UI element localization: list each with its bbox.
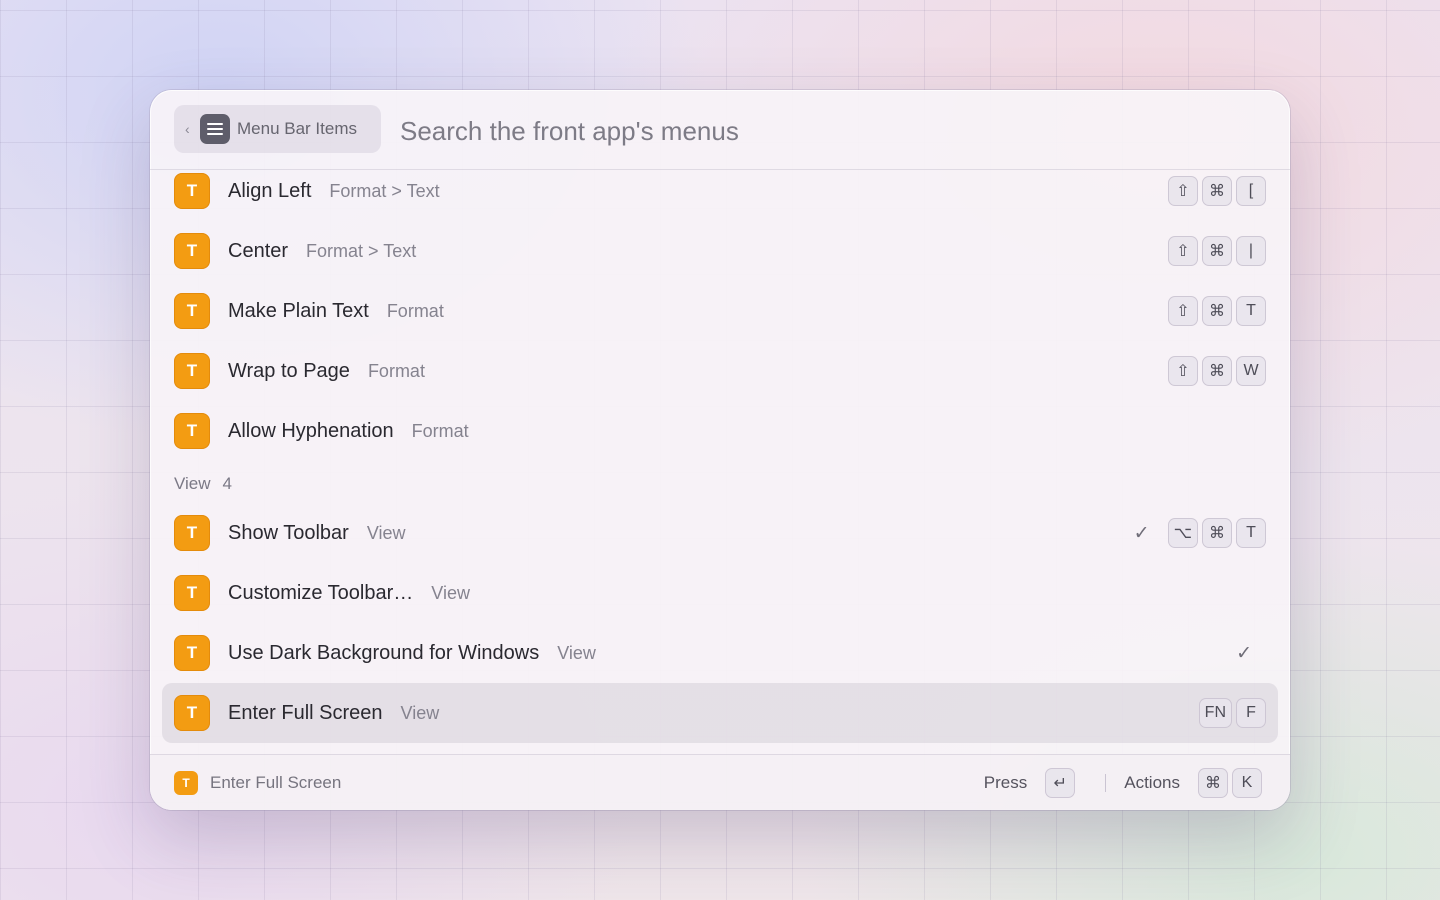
result-row-use-dark-background-for-windows[interactable]: T Use Dark Background for Windows View ✓	[162, 623, 1278, 683]
key-: |	[1236, 236, 1266, 266]
key-fn: FN	[1198, 698, 1232, 728]
result-row-enter-full-screen[interactable]: T Enter Full Screen View FN F	[162, 683, 1278, 743]
result-title: Enter Full Screen View	[228, 702, 439, 725]
shift-key-icon: ⇧	[1168, 356, 1198, 386]
result-title: Make Plain Text Format	[228, 300, 444, 323]
result-subtitle: View	[366, 522, 406, 543]
app-icon: T	[174, 695, 210, 731]
result-title: Wrap to Page Format	[228, 360, 425, 383]
command-key-icon: ⌘	[1202, 236, 1232, 266]
result-accessories: ⇧ ⌘ |	[1168, 236, 1266, 266]
command-window: ‹ Menu Bar Items View 4 T Align Left Format…	[150, 90, 1290, 810]
result-row-customize-toolbar[interactable]: T Customize Toolbar… View	[162, 563, 1278, 623]
footer-divider	[1105, 774, 1107, 792]
command-key-icon: ⌘	[1202, 518, 1232, 548]
result-row-align-left[interactable]: T Align Left Format > Text ⇧ ⌘[	[162, 161, 1278, 221]
command-key-icon: ⌘	[1202, 296, 1232, 326]
result-title: Allow Hyphenation Format	[228, 420, 469, 443]
result-subtitle: Format > Text	[306, 240, 417, 261]
result-subtitle: Format	[367, 360, 425, 381]
result-subtitle: Format	[411, 420, 469, 441]
app-icon: T	[174, 575, 210, 611]
press-button[interactable]: Press	[984, 773, 1027, 793]
back-button-label: Menu Bar Items	[237, 119, 357, 138]
actions-button[interactable]: Actions	[1124, 773, 1180, 793]
command-key-icon: ⌘	[1198, 768, 1228, 798]
app-icon: T	[174, 771, 198, 795]
result-subtitle: View	[400, 702, 440, 723]
checkmark-icon: ✓	[1236, 642, 1252, 664]
key-t: T	[1236, 296, 1266, 326]
result-title: Use Dark Background for Windows View	[228, 642, 596, 665]
result-row-show-toolbar[interactable]: T Show Toolbar View ✓ ⌥ ⌘ T	[162, 503, 1278, 563]
result-title: Customize Toolbar… View	[228, 582, 470, 605]
key-t: T	[1236, 518, 1266, 548]
app-icon: T	[174, 635, 210, 671]
option-key-icon: ⌥	[1167, 518, 1198, 548]
result-subtitle: View	[557, 642, 596, 663]
result-title: Center Format > Text	[228, 240, 416, 263]
result-subtitle: View	[431, 582, 470, 603]
return-key-icon: ↵	[1045, 768, 1076, 798]
chevron-left-icon: ‹	[185, 121, 190, 137]
app-icon: T	[174, 413, 210, 449]
command-key-icon: ⌘	[1202, 356, 1232, 386]
result-accessories: ⇧ ⌘[	[1168, 176, 1266, 206]
footer-selected-title: Enter Full Screen	[210, 773, 342, 792]
search-header: ‹ Menu Bar Items	[150, 90, 1290, 170]
result-row-center[interactable]: T Center Format > Text ⇧ ⌘ |	[162, 221, 1278, 281]
app-icon: T	[174, 173, 210, 209]
result-title-text: Wrap to Page	[228, 359, 350, 382]
result-title-text: Make Plain Text	[228, 299, 369, 322]
result-title-text: Align Left	[228, 179, 312, 202]
result-title-text: Customize Toolbar…	[228, 581, 414, 604]
result-subtitle: Format	[386, 300, 444, 321]
shift-key-icon: ⇧	[1168, 176, 1198, 206]
result-title-text: Use Dark Background for Windows	[228, 641, 540, 664]
app-icon: T	[174, 293, 210, 329]
k-key: K	[1232, 768, 1262, 798]
command-key-icon: ⌘	[1202, 176, 1232, 206]
result-title-text: Show Toolbar	[228, 521, 349, 544]
key-w: W	[1236, 356, 1266, 386]
section-count: 4	[222, 474, 233, 493]
result-row-make-plain-text[interactable]: T Make Plain Text Format ⇧ ⌘ T	[162, 281, 1278, 341]
back-button[interactable]: ‹ Menu Bar Items	[174, 105, 381, 153]
result-subtitle: Format > Text	[329, 180, 440, 201]
result-accessories: FN F	[1198, 698, 1266, 728]
shift-key-icon: ⇧	[1168, 296, 1198, 326]
result-accessories: ✓	[1236, 642, 1266, 665]
checkmark-icon: ✓	[1133, 522, 1150, 544]
action-bar: T Enter Full Screen Press ↵ Actions ⌘ K	[150, 754, 1290, 810]
menu-bar-icon	[200, 114, 230, 144]
search-input[interactable]	[398, 108, 1102, 154]
result-accessories: ✓ ⌥ ⌘ T	[1134, 518, 1266, 548]
result-row-wrap-to-page[interactable]: T Wrap to Page Format ⇧ ⌘ W	[162, 341, 1278, 401]
result-title-text: Center	[228, 239, 289, 262]
footer-actions: Press ↵ Actions ⌘ K	[984, 768, 1262, 798]
result-title: Align Left Format > Text	[228, 180, 440, 203]
app-icon: T	[174, 353, 210, 389]
section-header-view: View 4	[174, 474, 232, 494]
app-icon: T	[174, 233, 210, 269]
result-accessories: ⇧ ⌘ W	[1168, 356, 1266, 386]
app-icon: T	[174, 515, 210, 551]
result-title: Show Toolbar View	[228, 522, 406, 545]
section-title: View	[174, 474, 211, 493]
result-title-text: Enter Full Screen	[228, 701, 383, 724]
result-row-allow-hyphenation[interactable]: T Allow Hyphenation Format	[162, 401, 1278, 461]
key-: [	[1236, 176, 1266, 206]
result-title-text: Allow Hyphenation	[228, 419, 394, 442]
key-f: F	[1236, 698, 1266, 728]
shift-key-icon: ⇧	[1168, 236, 1198, 266]
result-accessories: ⇧ ⌘ T	[1168, 296, 1266, 326]
